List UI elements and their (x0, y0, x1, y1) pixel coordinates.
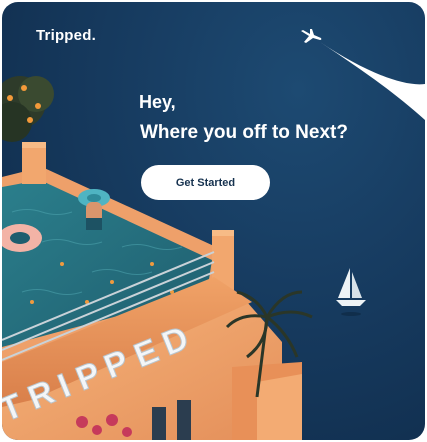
get-started-button[interactable]: Get Started (141, 165, 270, 200)
orange-tree (2, 76, 54, 142)
headline-text: Where you off to Next? (140, 122, 348, 143)
rooftop-pool-illustration: T R I P P E D (2, 76, 366, 440)
sailboat-icon (336, 268, 366, 316)
greeting-text: Hey, (139, 92, 176, 112)
airplane-icon (301, 29, 322, 43)
brand-logo: Tripped. (36, 27, 96, 44)
onboarding-card: T R I P P E D Tripped. Hey, Where you of… (2, 2, 425, 440)
